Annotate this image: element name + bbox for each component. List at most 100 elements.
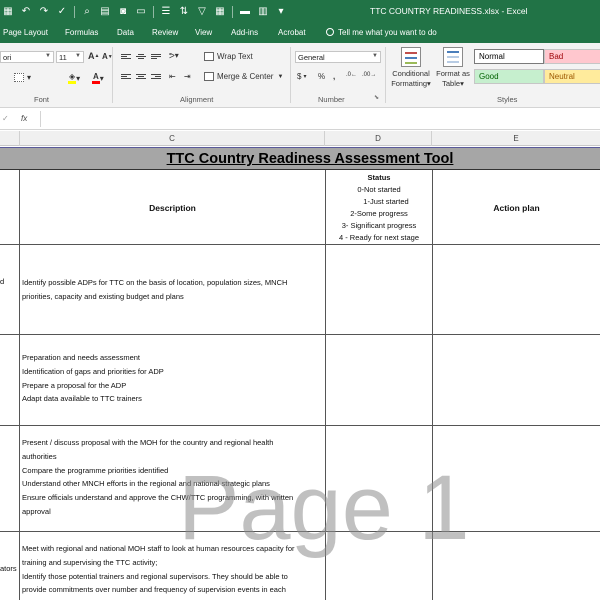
- style-normal[interactable]: Normal: [474, 49, 544, 64]
- comma-button[interactable]: ,: [333, 72, 335, 81]
- status-level: 4 - Ready for next stage: [338, 233, 420, 242]
- sort-icon[interactable]: ⇅: [178, 6, 190, 18]
- style-good-label: Good: [479, 72, 499, 81]
- wrap-text-label: Wrap Text: [217, 52, 253, 61]
- grid-line: [0, 244, 600, 245]
- font-color-icon[interactable]: A ▾: [92, 72, 104, 84]
- open-folder-icon[interactable]: ▭: [135, 6, 147, 18]
- action-plan-header: Action plan: [493, 203, 540, 213]
- column-header-c[interactable]: C: [20, 131, 325, 146]
- merge-center-button[interactable]: Merge & Center ▼: [204, 72, 283, 81]
- align-bottom-icon[interactable]: [151, 53, 161, 62]
- fill-color-icon[interactable]: ◈ ▾: [68, 72, 80, 84]
- worksheet[interactable]: TTC Country Readiness Assessment Tool De…: [0, 146, 600, 600]
- lightbulb-icon: [326, 28, 334, 36]
- quick-access-toolbar: ▦ ↶ ↷ ✓ ⌕ ▤ ◙ ▭ ☰ ⇅ ▽ ▦ ▬ ▥ ▾: [0, 6, 287, 18]
- description-line: Prepare a proposal for the ADP: [22, 380, 127, 390]
- merge-center-icon: [204, 72, 214, 81]
- dialog-launcher-icon[interactable]: ⬊: [374, 94, 379, 101]
- print-preview-icon[interactable]: ⌕: [81, 6, 93, 18]
- style-good[interactable]: Good: [474, 69, 544, 84]
- style-bad[interactable]: Bad: [544, 49, 600, 64]
- group-separator: [112, 47, 113, 103]
- function-icon[interactable]: fx: [21, 114, 27, 123]
- currency-symbol: $: [297, 72, 302, 81]
- align-top-icon[interactable]: [121, 53, 131, 62]
- tell-me-search[interactable]: Tell me what you want to do: [326, 28, 437, 37]
- description-line: provide commitments over number and freq…: [22, 585, 286, 595]
- currency-button[interactable]: $ ▾: [297, 72, 306, 81]
- font-name-value: ori: [3, 53, 12, 62]
- number-format-combo[interactable]: General ▼: [295, 51, 381, 63]
- style-neutral[interactable]: Neutral: [544, 69, 600, 84]
- conditional-formatting-label-line2: Formatting▾: [391, 79, 431, 88]
- description-cell-row-1[interactable]: Identify possible ADPs for TTC on the ba…: [22, 276, 324, 304]
- format-as-table-label-line2: Table▾: [442, 79, 464, 88]
- table-icon[interactable]: ▦: [2, 6, 14, 18]
- grid-icon[interactable]: ▦: [214, 6, 226, 18]
- description-cell-row-2[interactable]: Preparation and needs assessment Identif…: [22, 351, 324, 406]
- increase-indent-icon[interactable]: ⇥: [184, 72, 191, 81]
- format-as-table-button[interactable]: Format as Table▾: [436, 47, 470, 89]
- pdf-icon[interactable]: ▤: [99, 6, 111, 18]
- decrease-indent-icon[interactable]: ⇤: [169, 72, 176, 81]
- align-middle-icon[interactable]: [136, 53, 146, 62]
- tab-view[interactable]: View: [195, 28, 212, 37]
- description-line: Understand other MNCH efforts in the reg…: [22, 479, 270, 489]
- conditional-formatting-button[interactable]: Conditional Formatting▾: [388, 47, 434, 89]
- wrap-text-button[interactable]: Wrap Text: [204, 52, 253, 61]
- style-neutral-label: Neutral: [549, 72, 575, 81]
- sheet-title: TTC Country Readiness Assessment Tool: [166, 151, 454, 167]
- check-icon[interactable]: ✓: [2, 114, 9, 123]
- column-header-e[interactable]: E: [432, 131, 600, 146]
- title-row[interactable]: TTC Country Readiness Assessment Tool: [0, 147, 600, 170]
- form-icon[interactable]: ☰: [160, 6, 172, 18]
- redo-icon[interactable]: ↷: [38, 6, 50, 18]
- title-bar: ▦ ↶ ↷ ✓ ⌕ ▤ ◙ ▭ ☰ ⇅ ▽ ▦ ▬ ▥ ▾ TTC COUNTR…: [0, 0, 600, 24]
- increase-font-icon[interactable]: A ▲: [88, 51, 99, 61]
- tell-me-label: Tell me what you want to do: [338, 28, 437, 37]
- camera-icon[interactable]: ◙: [117, 6, 129, 18]
- align-right-icon[interactable]: [151, 73, 161, 82]
- formula-bar: ✓ fx: [0, 109, 600, 130]
- description-cell-row-4[interactable]: Meet with regional and national MOH staf…: [22, 542, 324, 597]
- percent-button[interactable]: %: [318, 72, 325, 81]
- tab-formulas[interactable]: Formulas: [65, 28, 98, 37]
- font-name-combo[interactable]: ori ▼: [0, 51, 54, 63]
- group-separator: [290, 47, 291, 103]
- column-header-b[interactable]: [0, 131, 20, 146]
- format-as-table-label-text: Table: [442, 79, 461, 88]
- description-line: Adapt data available to TTC trainers: [22, 394, 142, 404]
- tab-review[interactable]: Review: [152, 28, 178, 37]
- tab-acrobat[interactable]: Acrobat: [278, 28, 306, 37]
- font-size-value: 11: [59, 53, 67, 62]
- description-cell-row-3[interactable]: Present / discuss proposal with the MOH …: [22, 436, 324, 519]
- layout-icon[interactable]: ▥: [257, 6, 269, 18]
- borders-icon[interactable]: ▾: [14, 73, 31, 82]
- number-format-value: General: [298, 53, 325, 62]
- grid-line: [0, 425, 600, 426]
- undo-icon[interactable]: ↶: [20, 6, 32, 18]
- tab-add-ins[interactable]: Add-ins: [231, 28, 258, 37]
- customize-toolbar-icon[interactable]: ▾: [275, 6, 287, 18]
- align-center-icon[interactable]: [136, 73, 146, 82]
- chevron-down-icon: ▼: [75, 53, 81, 59]
- freeze-panes-icon[interactable]: ▬: [239, 6, 251, 18]
- formula-input[interactable]: [40, 111, 600, 127]
- alignment-group-label: Alignment: [180, 95, 214, 104]
- conditional-formatting-label-text: Formatting: [391, 79, 428, 88]
- tab-page-layout[interactable]: Page Layout: [3, 28, 48, 37]
- orientation-icon[interactable]: ᕗ▾: [169, 51, 179, 60]
- tab-data[interactable]: Data: [117, 28, 134, 37]
- decrease-decimal-icon[interactable]: .00→: [362, 72, 376, 78]
- status-header: Status 0-Not started 1-Just started 2-So…: [326, 172, 432, 244]
- status-level: 3- Significant progress: [341, 221, 417, 230]
- increase-decimal-icon[interactable]: .0←: [346, 72, 357, 78]
- spelling-check-icon[interactable]: ✓: [56, 6, 68, 18]
- description-line: Identify possible ADPs for TTC on the ba…: [22, 278, 288, 287]
- align-left-icon[interactable]: [121, 73, 131, 82]
- font-size-combo[interactable]: 11 ▼: [56, 51, 84, 63]
- merge-center-label: Merge & Center: [217, 72, 274, 81]
- filter-icon[interactable]: ▽: [196, 6, 208, 18]
- column-header-d[interactable]: D: [325, 131, 432, 146]
